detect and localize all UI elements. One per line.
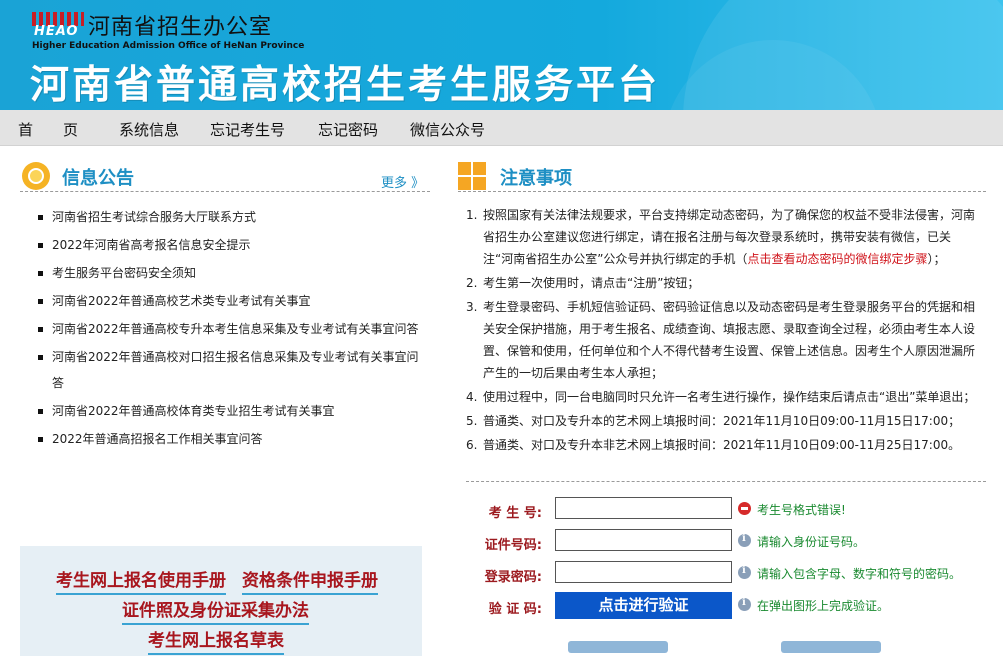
org-name-en: Higher Education Admission Office of HeN… [32, 41, 305, 51]
info-icon [738, 565, 751, 579]
nav-item-wechat[interactable]: 微信公众号 [410, 119, 485, 140]
note-item: 4. 使用过程中，同一台电脑同时只允许一名考生进行操作，操作结束后请点击“退出”菜… [466, 390, 976, 404]
info-title: 信息公告 [62, 168, 134, 189]
exam-no-label: 考 生 号: [488, 506, 542, 521]
divider [458, 191, 986, 192]
manual-link-registration[interactable]: 考生网上报名使用手册 [56, 566, 226, 595]
note-item: 2. 考生第一次使用时，请点击“注册”按钮； [466, 276, 700, 290]
verify-label: 验 证 码: [488, 602, 542, 617]
exam-no-hint: 考生号格式错误! [757, 503, 846, 517]
heao-logo: HEAO [32, 12, 84, 40]
list-item[interactable]: 2022年河南省高考报名信息安全提示 [36, 232, 426, 258]
notes-title: 注意事项 [500, 168, 572, 189]
nav-item-forgot-password[interactable]: 忘记密码 [318, 119, 378, 140]
error-icon [738, 502, 751, 515]
password-input[interactable] [555, 561, 732, 583]
divider [20, 191, 430, 192]
manual-link-draft-form[interactable]: 考生网上报名草表 [148, 626, 284, 655]
id-label: 证件号码: [484, 538, 542, 553]
info-icon [738, 533, 751, 547]
manuals-panel: 考生网上报名使用手册 资格条件申报手册 证件照及身份证采集办法 考生网上报名草表 [20, 546, 422, 656]
nav-item-forgot-exam-no[interactable]: 忘记考生号 [210, 119, 285, 140]
login-button[interactable] [568, 641, 668, 653]
notes-list: 1. 按照国家有关法律法规要求，平台支持绑定动态密码，为了确保您的权益不受非法侵害… [466, 204, 978, 458]
verify-hint: 在弹出图形上完成验证。 [757, 599, 890, 613]
note-item: 5. 普通类、对口及专升本的艺术网上填报时间：2021年11月10日09:00-1… [466, 414, 961, 428]
manual-link-qualification[interactable]: 资格条件申报手册 [242, 566, 378, 595]
password-label: 登录密码: [484, 570, 542, 585]
main-nav: 首 页 系统信息 忘记考生号 忘记密码 微信公众号 [0, 110, 1003, 146]
id-hint: 请输入身份证号码。 [757, 535, 866, 549]
more-link[interactable]: 更多 》 [381, 172, 424, 191]
password-hint: 请输入包含字母、数字和符号的密码。 [757, 567, 962, 581]
verify-button[interactable]: 点击进行验证 [555, 592, 732, 619]
manual-link-photo-id[interactable]: 证件照及身份证采集办法 [122, 596, 309, 625]
nav-item-home[interactable]: 首 页 [18, 119, 78, 140]
list-item[interactable]: 河南省2022年普通高校专升本考生信息采集及专业考试有关事宜问答 [36, 316, 426, 342]
notes-icon [458, 162, 486, 190]
nav-item-system-info[interactable]: 系统信息 [119, 119, 179, 140]
list-item[interactable]: 河南省2022年普通高校对口招生报名信息采集及专业考试有关事宜问答 [36, 344, 426, 396]
wechat-bind-steps-link[interactable]: 点击查看动态密码的微信绑定步骤 [747, 252, 927, 266]
list-item[interactable]: 考生服务平台密码安全须知 [36, 260, 426, 286]
list-item[interactable]: 2022年普通高招报名工作相关事宜问答 [36, 426, 426, 452]
id-number-input[interactable] [555, 529, 732, 551]
notice-list: 河南省招生考试综合服务大厅联系方式 2022年河南省高考报名信息安全提示 考生服… [36, 204, 426, 454]
list-item[interactable]: 河南省2022年普通高校体育类专业招生考试有关事宜 [36, 398, 426, 424]
note-item: 3. 考生登录密码、手机短信验证码、密码验证信息以及动态密码是考生登录服务平台的凭… [466, 300, 976, 380]
note-item: 1. 按照国家有关法律法规要求，平台支持绑定动态密码，为了确保您的权益不受非法侵害… [466, 208, 976, 266]
note-item: 6. 普通类、对口及专升本非艺术网上填报时间：2021年11月10日09:00-1… [466, 438, 961, 452]
divider [466, 481, 986, 482]
info-icon [738, 597, 751, 611]
announcement-icon [22, 162, 50, 190]
list-item[interactable]: 河南省2022年普通高校艺术类专业考试有关事宜 [36, 288, 426, 314]
register-button[interactable] [781, 641, 881, 653]
org-name: 河南省招生办公室 [88, 15, 273, 40]
site-header: HEAO 河南省招生办公室 Higher Education Admission… [0, 0, 1003, 110]
platform-title: 河南省普通高校招生考生服务平台 [30, 63, 661, 108]
list-item[interactable]: 河南省招生考试综合服务大厅联系方式 [36, 204, 426, 230]
exam-no-input[interactable] [555, 497, 732, 519]
